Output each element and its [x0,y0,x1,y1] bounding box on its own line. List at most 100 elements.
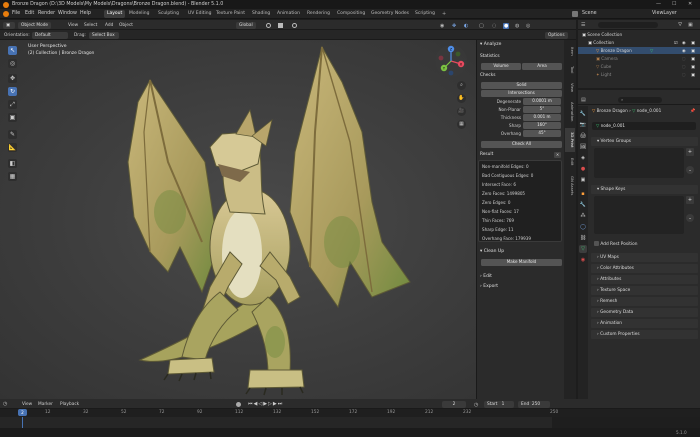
eye-closed-icon[interactable]: ◌ [682,71,686,78]
collection-tab-icon[interactable]: ▣ [579,176,587,184]
pivot-icon[interactable] [266,23,271,28]
tab-3d-print[interactable]: 3D-Print [565,128,575,152]
data-tab-icon[interactable]: ▽ [579,245,587,253]
eye-closed-icon[interactable]: ◌ [682,63,686,70]
pin-icon[interactable]: 📌 [690,108,695,114]
blender-menu-icon[interactable] [3,11,9,17]
camera-restrict-icon[interactable]: ▣ [691,55,695,62]
edit-section-header[interactable]: › Edit [480,274,492,279]
timeline-ruler[interactable]: 2 12 32 52 72 92 112 132 152 172 192 212… [0,409,700,417]
maximize-button[interactable]: ☐ [672,1,676,7]
add-shape-key-icon[interactable]: + [686,196,694,204]
result-item[interactable]: Bad Contiguous Edges: 0 [482,173,533,178]
result-item[interactable]: Zero Faces: 1499805 [482,191,525,196]
tab-animation[interactable]: Animation [565,98,575,126]
non-planar-value[interactable]: 5° [523,106,561,113]
xray-toggle-icon[interactable]: ▢ [479,23,484,29]
result-item[interactable]: Thin Faces: 769 [482,218,514,223]
editor-type-button[interactable]: ▣ [3,21,15,29]
menu-render[interactable]: Render [38,11,55,16]
add-workspace-icon[interactable]: + [442,11,446,17]
outliner-row-cube[interactable]: ▽ Cube ◌ ▣ [578,63,700,70]
tab-edit[interactable]: Edit [565,154,575,170]
view-layer-selector[interactable]: ViewLayer [652,11,677,16]
drag-dropdown[interactable]: Select Box [89,31,119,39]
constraints-tab-icon[interactable]: ⛓ [579,234,587,242]
properties-editor-icon[interactable]: ▤ [581,97,586,103]
color-attributes-section[interactable]: › Color Attributes [591,264,698,273]
overhang-value[interactable]: 45° [523,130,561,137]
physics-tab-icon[interactable]: ◯ [579,223,587,231]
scene-tab-icon[interactable]: ◈ [579,154,587,162]
visibility-icon[interactable]: ◉ [440,23,444,29]
cleanup-section-header[interactable]: ▾ Clean Up [480,249,504,254]
camera-restrict-icon[interactable]: ▣ [691,39,695,46]
tab-item[interactable]: Item [565,42,575,60]
tab-rendering[interactable]: Rendering [304,10,333,18]
add-vertex-group-icon[interactable]: + [686,148,694,156]
sharp-value[interactable]: 160° [523,122,561,129]
options-dropdown[interactable]: Options [545,31,568,39]
annotate-tool-icon[interactable]: ✎ [8,130,17,139]
timeline-track-area[interactable] [0,417,700,428]
remesh-section[interactable]: › Remesh [591,297,698,306]
vertex-group-menu-icon[interactable]: ⌄ [686,166,694,174]
analyze-section-header[interactable]: ▾ Analyze [480,42,501,47]
menu-view[interactable]: View [68,23,78,28]
tab-sculpting[interactable]: Sculpting [155,10,182,18]
render-tab-icon[interactable]: 📷 [579,121,587,129]
result-item[interactable]: Non-flat Faces: 17 [482,209,519,214]
eye-closed-icon[interactable]: ◌ [682,55,686,62]
camera-restrict-icon[interactable]: ▣ [691,63,695,70]
record-button-icon[interactable] [236,401,241,407]
dragon-model[interactable] [110,42,480,397]
transform-tool-icon[interactable]: ▣ [8,113,17,122]
move-tool-icon[interactable]: ✥ [8,74,17,83]
custom-properties-section[interactable]: › Custom Properties [591,330,698,339]
eye-icon[interactable]: ◉ [682,47,686,54]
sharp-row[interactable]: Sharp 160° [483,122,563,129]
vertex-groups-section[interactable]: ▾ Vertex Groups [591,137,698,146]
tab-geometry-nodes[interactable]: Geometry Nodes [368,10,412,18]
shape-keys-section[interactable]: ▾ Shape Keys [591,185,698,194]
rotate-tool-icon[interactable]: ↻ [8,87,17,96]
uv-maps-section[interactable]: › UV Maps [591,253,698,262]
menu-help[interactable]: Help [80,11,91,16]
shading-solid-icon[interactable]: ● [503,22,510,29]
outliner-row-bronze-dragon[interactable]: ▽ Bronze Dragon ▽ ◉ ▣ [578,47,700,54]
non-planar-row[interactable]: Non-Planar 5° [483,106,563,113]
mesh-datablock-field[interactable]: ▽ node_0.001 [592,122,696,130]
area-button[interactable]: Area [522,63,562,70]
intersections-button[interactable]: Intersections [481,90,562,97]
tab-layout[interactable]: Layout [104,10,126,18]
tab-texture-paint[interactable]: Texture Paint [213,10,248,18]
eye-icon[interactable]: ◉ [682,39,686,46]
outliner-row-scene-collection[interactable]: ▣ Scene Collection [578,31,700,38]
transform-orientation-dropdown[interactable]: Global [236,21,256,29]
outliner-editor-icon[interactable]: ☰ [581,22,585,28]
particles-tab-icon[interactable]: ⁂ [579,212,587,220]
end-frame-field[interactable]: End 250 [518,400,550,408]
3d-viewport[interactable]: User Perspective (2) Collection | Bronze… [0,40,476,399]
result-item[interactable]: Intersect Face: 6 [482,182,516,187]
attributes-section[interactable]: › Attributes [591,275,698,284]
geometry-data-section[interactable]: › Geometry Data [591,308,698,317]
result-item[interactable]: Sharp Edge: 11 [482,227,513,232]
tab-modeling[interactable]: Modeling [126,10,152,18]
add-rest-position-checkbox[interactable]: Add Rest Position [594,241,638,247]
object-mode-dropdown[interactable]: Object Mode [18,21,52,29]
gizmo-toggle-icon[interactable]: ✥ [452,23,456,29]
degenerate-row[interactable]: Degenerate 0.0001 m [483,98,563,105]
scale-tool-icon[interactable]: ⤢ [8,100,17,109]
view-layer-tab-icon[interactable]: 🖼 [579,143,587,151]
clock-icon[interactable]: ◷ [474,402,478,408]
measure-tool-icon[interactable]: 📐 [8,143,17,152]
clear-result-icon[interactable]: ✕ [554,152,561,158]
tab-animation[interactable]: Animation [274,10,303,18]
menu-add[interactable]: Add [105,23,113,28]
tab-scripting[interactable]: Scripting [412,10,438,18]
properties-search-field[interactable]: ⌕ [618,97,662,103]
outliner-row-light[interactable]: ✦ Light ◌ ▣ [578,71,700,78]
degenerate-value[interactable]: 0.0001 m [523,98,561,105]
menu-object[interactable]: Object [119,23,133,28]
